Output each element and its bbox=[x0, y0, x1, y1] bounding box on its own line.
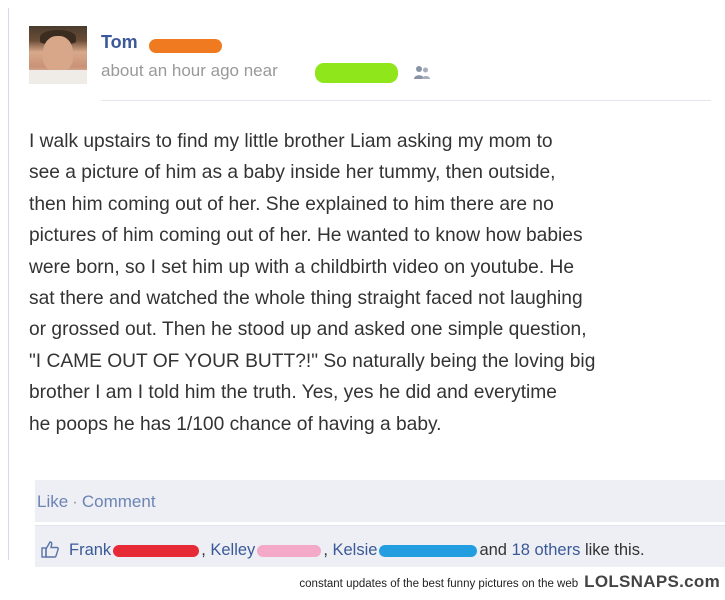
author-surname-redaction bbox=[149, 39, 222, 53]
liker-kelsie-redaction bbox=[379, 544, 478, 557]
liker-frank[interactable]: Frank bbox=[69, 541, 111, 559]
comment-link[interactable]: Comment bbox=[82, 492, 156, 511]
like-link[interactable]: Like bbox=[37, 492, 68, 511]
watermark-footer: constant updates of the best funny pictu… bbox=[299, 572, 720, 592]
likes-bar: Frank, Kelley, Kelsie and 18 others like … bbox=[35, 525, 725, 567]
liker-kelley-redaction bbox=[257, 544, 322, 557]
action-separator: · bbox=[72, 492, 78, 511]
liker-kelsie[interactable]: Kelsie bbox=[332, 541, 377, 559]
footer-tagline: constant updates of the best funny pictu… bbox=[299, 578, 579, 590]
post-body: I walk upstairs to find my little brothe… bbox=[29, 131, 596, 435]
likes-others-link[interactable]: 18 others bbox=[512, 541, 581, 559]
avatar-face bbox=[43, 36, 73, 72]
avatar-shirt bbox=[29, 70, 87, 84]
liker-kelley[interactable]: Kelley bbox=[210, 541, 255, 559]
facebook-post: Tom about an hour ago near I walk upstai… bbox=[8, 8, 725, 567]
author-name[interactable]: Tom bbox=[101, 32, 138, 53]
brand-logo: LOLSNAPS.com bbox=[584, 572, 720, 591]
likes-and: and bbox=[479, 541, 512, 559]
likes-suffix: like this. bbox=[580, 541, 645, 559]
friends-icon[interactable] bbox=[413, 64, 431, 82]
likes-summary: Frank, Kelley, Kelsie and 18 others like … bbox=[69, 541, 645, 560]
post-timestamp[interactable]: about an hour ago near bbox=[101, 61, 278, 81]
likes-separator: , bbox=[201, 541, 211, 559]
location-redaction bbox=[315, 63, 398, 83]
avatar[interactable] bbox=[29, 26, 87, 84]
header-divider bbox=[101, 100, 711, 101]
liker-frank-redaction bbox=[113, 544, 200, 557]
thumbs-up-icon bbox=[41, 541, 59, 558]
action-bar: Like · Comment bbox=[35, 480, 725, 522]
